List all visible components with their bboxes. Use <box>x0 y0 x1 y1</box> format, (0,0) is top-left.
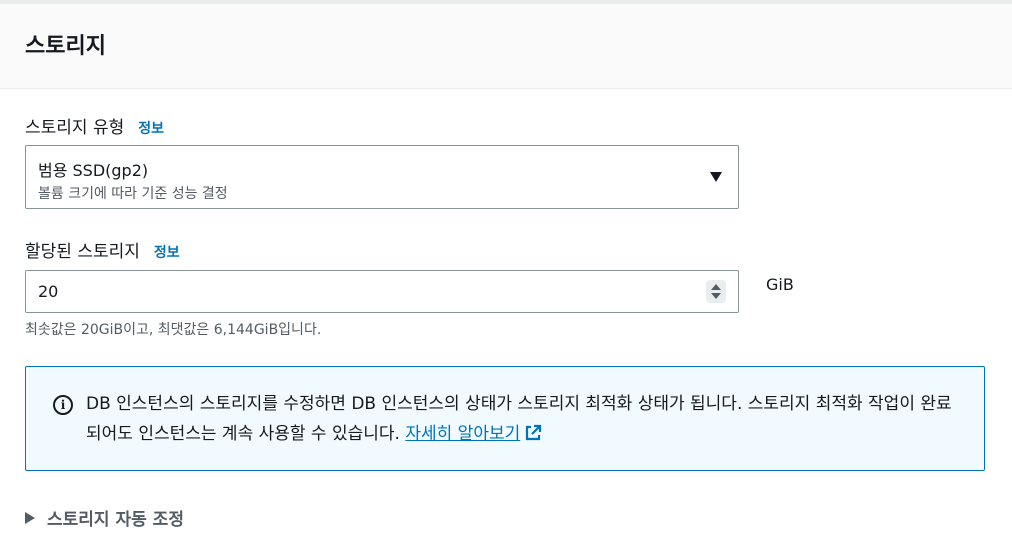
storage-type-description: 볼륨 크기에 따라 기준 성능 결정 <box>38 186 228 202</box>
allocated-storage-input[interactable]: 20 <box>25 270 739 313</box>
storage-type-label-row: 스토리지 유형 정보 <box>25 113 164 138</box>
allocated-storage-label: 할당된 스토리지 <box>25 242 140 262</box>
storage-autoscaling-expander[interactable]: 스토리지 자동 조정 <box>25 505 184 530</box>
storage-constraint-text: 최솟값은 20GiB이고, 최댓값은 6,144GiB입니다. <box>25 322 322 338</box>
storage-type-label: 스토리지 유형 <box>25 118 125 138</box>
allocated-storage-info-link[interactable]: 정보 <box>154 242 180 262</box>
storage-type-info-link[interactable]: 정보 <box>138 118 164 138</box>
storage-type-selected-value: 범용 SSD(gp2) <box>38 161 149 180</box>
allocated-storage-value: 20 <box>38 282 59 301</box>
external-link-icon[interactable] <box>524 424 542 442</box>
info-icon: i <box>53 395 73 415</box>
storage-type-select[interactable]: 범용 SSD(gp2) 볼륨 크기에 따라 기준 성능 결정 <box>25 145 739 209</box>
alert-message: DB 인스턴스의 스토리지를 수정하면 DB 인스턴스의 상태가 스토리지 최적… <box>86 389 966 449</box>
allocated-storage-label-row: 할당된 스토리지 정보 <box>25 237 180 262</box>
caret-down-icon <box>710 172 722 182</box>
number-stepper[interactable] <box>706 280 726 303</box>
storage-unit-label: GiB <box>766 275 794 294</box>
stepper-up-icon[interactable] <box>711 284 721 290</box>
storage-info-alert: i DB 인스턴스의 스토리지를 수정하면 DB 인스턴스의 상태가 스토리지 … <box>25 366 985 471</box>
stepper-down-icon[interactable] <box>711 293 721 299</box>
section-title: 스토리지 <box>25 34 106 59</box>
storage-autoscaling-label: 스토리지 자동 조정 <box>47 510 184 530</box>
section-header: 스토리지 <box>0 0 1012 89</box>
learn-more-link[interactable]: 자세히 알아보기 <box>405 424 520 444</box>
caret-right-icon <box>25 511 35 524</box>
